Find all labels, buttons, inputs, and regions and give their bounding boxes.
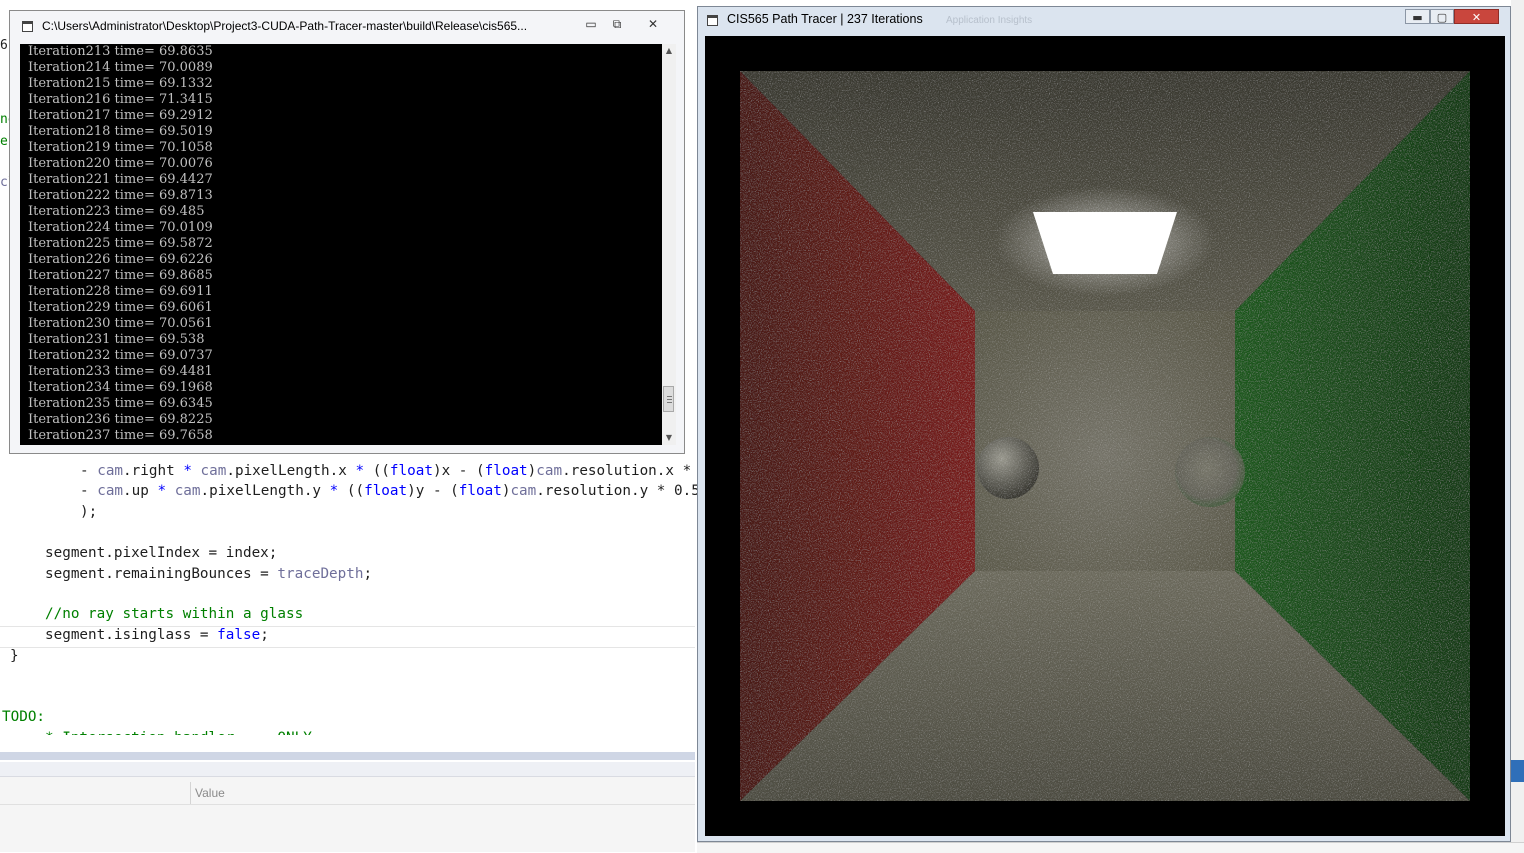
code-line-brace: } (10, 648, 19, 664)
gutter-fragment: 6 (0, 38, 8, 53)
code-line-pixel-index: segment.pixelIndex = index; (45, 545, 278, 561)
background-window-edge (1511, 0, 1524, 852)
render-maximize-button[interactable]: ▢ (1430, 9, 1454, 24)
console-line: Iteration219 time= 70.1058 (28, 140, 213, 155)
code-line-remaining-bounces: segment.remainingBounces = traceDepth; (45, 566, 373, 582)
scroll-up-arrow-icon[interactable]: ▲ (662, 44, 676, 58)
panel-divider (0, 804, 695, 805)
code-line-cam-up: - cam.up * cam.pixelLength.y * ((float)y… (80, 483, 700, 499)
console-line: Iteration237 time= 69.7658 (28, 428, 213, 443)
grip-line (667, 396, 672, 397)
panel-tabstrip (0, 762, 695, 777)
area-light (1033, 212, 1177, 274)
code-line-comment: //no ray starts within a glass (45, 606, 304, 622)
background-ghost-text: Application Insights (946, 15, 1033, 26)
console-window[interactable]: C:\Users\Administrator\Desktop\Project3-… (9, 10, 685, 454)
code-line-cut: * Intersection handler ... ONLY (45, 728, 312, 735)
render-minimize-button[interactable]: ▬ (1405, 9, 1430, 24)
grip-line (667, 399, 672, 400)
background-status-strip (697, 842, 1524, 853)
console-line: Iteration226 time= 69.6226 (28, 252, 213, 267)
cornell-box-render (740, 71, 1470, 801)
console-window-icon (22, 21, 33, 32)
console-line: Iteration224 time= 70.0109 (28, 220, 213, 235)
render-title-bar[interactable]: CIS565 Path Tracer | 237 Iterations Appl… (698, 7, 1510, 35)
console-output[interactable]: Iteration213 time= 69.8635 Iteration214 t… (20, 44, 662, 445)
console-line: Iteration232 time= 69.0737 (28, 348, 213, 363)
code-line-isinglass: segment.isinglass = false; (45, 627, 269, 643)
console-title: C:\Users\Administrator\Desktop\Project3-… (42, 19, 528, 33)
scrollbar-thumb[interactable] (663, 386, 674, 412)
render-window-icon (707, 15, 718, 26)
diffuse-sphere (977, 437, 1039, 499)
code-line-todo: TODO: (2, 709, 46, 725)
render-canvas[interactable] (705, 36, 1505, 836)
console-line: Iteration218 time= 69.5019 (28, 124, 213, 139)
render-close-button[interactable]: ✕ (1454, 9, 1499, 24)
console-line: Iteration227 time= 69.8685 (28, 268, 213, 283)
console-line: Iteration233 time= 69.4481 (28, 364, 213, 379)
code-line-cam-right: - cam.right * cam.pixelLength.x * ((floa… (80, 463, 692, 479)
console-line: Iteration229 time= 69.6061 (28, 300, 213, 315)
minimize-button[interactable]: ▭ (582, 17, 600, 31)
console-line: Iteration213 time= 69.8635 (28, 44, 213, 59)
value-column-header[interactable]: Value (195, 786, 225, 800)
close-button[interactable]: ✕ (644, 17, 662, 31)
console-line: Iteration221 time= 69.4427 (28, 172, 213, 187)
path-tracer-window[interactable]: CIS565 Path Tracer | 237 Iterations Appl… (697, 6, 1511, 842)
console-line: Iteration234 time= 69.1968 (28, 380, 213, 395)
grip-line (667, 402, 672, 403)
column-divider[interactable] (190, 782, 191, 804)
console-line: Iteration236 time= 69.8225 (28, 412, 213, 427)
console-line: Iteration222 time= 69.8713 (28, 188, 213, 203)
console-line: Iteration223 time= 69.485 (28, 204, 205, 219)
console-line: Iteration225 time= 69.5872 (28, 236, 213, 251)
panel-splitter[interactable] (0, 752, 695, 760)
console-line: Iteration216 time= 71.3415 (28, 92, 213, 107)
console-title-bar[interactable]: C:\Users\Administrator\Desktop\Project3-… (10, 11, 684, 41)
console-line: Iteration220 time= 70.0076 (28, 156, 213, 171)
restore-button[interactable]: ⧉ (608, 17, 626, 31)
console-line: Iteration217 time= 69.2912 (28, 108, 213, 123)
code-line-close-paren: ); (80, 504, 98, 520)
console-scrollbar[interactable]: ▲ ▼ (662, 44, 676, 445)
render-title: CIS565 Path Tracer | 237 Iterations (727, 12, 923, 26)
gutter-fragment: e (0, 134, 8, 149)
scroll-down-arrow-icon[interactable]: ▼ (662, 431, 676, 445)
accent-strip (1511, 760, 1524, 782)
glass-sphere (1175, 437, 1245, 507)
bottom-panel (0, 777, 695, 852)
console-line: Iteration235 time= 69.6345 (28, 396, 213, 411)
console-line: Iteration228 time= 69.6911 (28, 284, 213, 299)
console-line: Iteration215 time= 69.1332 (28, 76, 213, 91)
console-line: Iteration214 time= 70.0089 (28, 60, 213, 75)
console-lines: Iteration213 time= 69.8635 Iteration214 t… (20, 44, 662, 444)
console-line: Iteration230 time= 70.0561 (28, 316, 213, 331)
console-line: Iteration231 time= 69.538 (28, 332, 205, 347)
